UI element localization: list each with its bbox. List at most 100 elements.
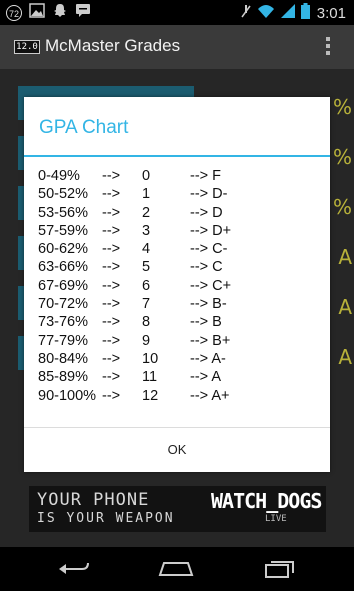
gpa-points: 4 <box>142 241 151 258</box>
gpa-row: 0-49% --> 0 --> F <box>38 167 318 185</box>
gpa-letter: --> D <box>190 204 223 221</box>
gpa-letter: --> B- <box>190 296 227 313</box>
gpa-arrow: --> <box>102 204 121 221</box>
gpa-range: 90-100% <box>38 387 97 404</box>
gpa-range: 0-49% <box>38 168 80 184</box>
gpa-range: 77-79% <box>38 332 88 349</box>
overflow-menu-icon[interactable] <box>326 37 330 58</box>
gpa-letter: --> B <box>190 314 222 331</box>
gpa-arrow: --> <box>102 241 121 258</box>
app-title: McMaster Grades <box>45 36 181 55</box>
gpa-arrow: --> <box>102 168 121 184</box>
percent-mark: % <box>332 145 352 169</box>
gpa-letter: --> F <box>190 168 222 184</box>
gpa-letter: --> A <box>190 369 222 386</box>
ad-brand-sub: LIVE <box>265 514 287 524</box>
gpa-arrow: --> <box>102 277 121 294</box>
ok-button[interactable]: OK <box>24 428 330 472</box>
gpa-range: 53-56% <box>38 204 88 221</box>
gpa-row: 57-59% --> 3 --> D+ <box>38 222 318 240</box>
navigation-bar <box>0 547 354 591</box>
gpa-arrow: --> <box>102 296 121 313</box>
gpa-arrow: --> <box>102 314 121 331</box>
gpa-letter: --> A- <box>190 350 226 367</box>
gpa-range: 63-66% <box>38 259 88 276</box>
snapchat-icon <box>52 3 68 23</box>
percent-mark: % <box>332 195 352 219</box>
gpa-points: 6 <box>142 277 151 294</box>
dialog-title: GPA Chart <box>39 117 129 138</box>
status-right-icons: 3:01 <box>240 3 346 24</box>
gpa-points: 3 <box>142 222 151 239</box>
gpa-row: 60-62% --> 4 --> C- <box>38 240 318 258</box>
gpa-range: 70-72% <box>38 296 88 313</box>
app-logo-icon: 12.0 <box>14 40 40 54</box>
gpa-points: 11 <box>142 369 158 386</box>
gpa-points: 12 <box>142 387 159 404</box>
percent-mark: % <box>332 95 352 119</box>
gpa-points: 8 <box>142 314 151 331</box>
battery-icon <box>300 3 310 24</box>
gpa-arrow: --> <box>102 259 121 276</box>
back-icon[interactable] <box>56 559 92 579</box>
gpa-letter: --> C+ <box>190 277 232 294</box>
gpa-letter: --> D- <box>190 186 228 203</box>
gpa-row: 80-84% --> 10 --> A- <box>38 350 318 368</box>
gpa-row: 85-89% --> 11 --> A <box>38 368 318 386</box>
gpa-points: 5 <box>142 259 151 276</box>
gpa-range: 57-59% <box>38 222 88 239</box>
gpa-arrow: --> <box>102 369 121 386</box>
gpa-row: 67-69% --> 6 --> C+ <box>38 277 318 295</box>
gpa-letter: --> C- <box>190 241 228 258</box>
gpa-row: 50-52% --> 1 --> D- <box>38 185 318 203</box>
gpa-row: 73-76% --> 8 --> B <box>38 313 318 331</box>
dialog-title-divider <box>24 155 330 157</box>
grade-mark: A <box>338 345 352 369</box>
gpa-range: 80-84% <box>38 350 88 367</box>
clock: 3:01 <box>316 5 346 22</box>
recent-apps-icon[interactable] <box>262 559 298 579</box>
gpa-range: 73-76% <box>38 314 88 331</box>
gpa-range: 50-52% <box>38 186 88 203</box>
gpa-points: 0 <box>142 168 151 184</box>
gallery-icon <box>29 3 45 23</box>
gpa-arrow: --> <box>102 350 121 367</box>
home-icon[interactable] <box>158 559 194 579</box>
notification-badge-icon: 72 <box>6 5 22 21</box>
status-bar: 72 3:01 <box>0 0 354 25</box>
gpa-arrow: --> <box>102 332 121 349</box>
mute-icon <box>240 3 252 24</box>
gpa-row: 90-100% --> 12 --> A+ <box>38 387 318 405</box>
ad-brand: WATCH_DOGS <box>211 489 322 513</box>
gpa-range: 85-89% <box>38 369 88 386</box>
ad-line-2: IS YOUR WEAPON <box>37 511 175 526</box>
gpa-points: 9 <box>142 332 151 349</box>
gpa-row: 70-72% --> 7 --> B- <box>38 295 318 313</box>
gpa-range: 67-69% <box>38 277 88 294</box>
gpa-arrow: --> <box>102 222 121 239</box>
wifi-icon <box>257 3 275 24</box>
grade-mark: A <box>338 295 352 319</box>
gpa-points: 10 <box>142 350 159 367</box>
gpa-row: 77-79% --> 9 --> B+ <box>38 332 318 350</box>
gpa-letter: --> C <box>190 259 223 276</box>
gpa-letter: --> B+ <box>190 332 231 349</box>
gpa-arrow: --> <box>102 387 121 404</box>
gpa-arrow: --> <box>102 186 121 203</box>
chat-icon <box>75 3 91 23</box>
app-bar: 12.0 McMaster Grades <box>0 25 354 69</box>
gpa-points: 1 <box>142 186 151 203</box>
gpa-row: 53-56% --> 2 --> D <box>38 204 318 222</box>
gpa-range: 60-62% <box>38 241 88 258</box>
gpa-letter: --> A+ <box>190 387 230 404</box>
ad-line-1: YOUR PHONE <box>37 490 150 510</box>
ad-banner[interactable]: YOUR PHONE IS YOUR WEAPON WATCH_DOGS LIV… <box>29 486 326 532</box>
status-left-icons: 72 <box>6 3 91 23</box>
gpa-points: 2 <box>142 204 151 221</box>
gpa-chart-dialog: GPA Chart 0-49% --> 0 --> F 50-52% --> 1 --> D-… <box>24 97 330 472</box>
grade-mark: A <box>338 245 352 269</box>
gpa-table: 0-49% --> 0 --> F 50-52% --> 1 --> D- 53-56% --> 2… <box>38 167 318 405</box>
gpa-points: 7 <box>142 296 151 313</box>
signal-icon <box>280 3 296 24</box>
gpa-letter: --> D+ <box>190 222 232 239</box>
